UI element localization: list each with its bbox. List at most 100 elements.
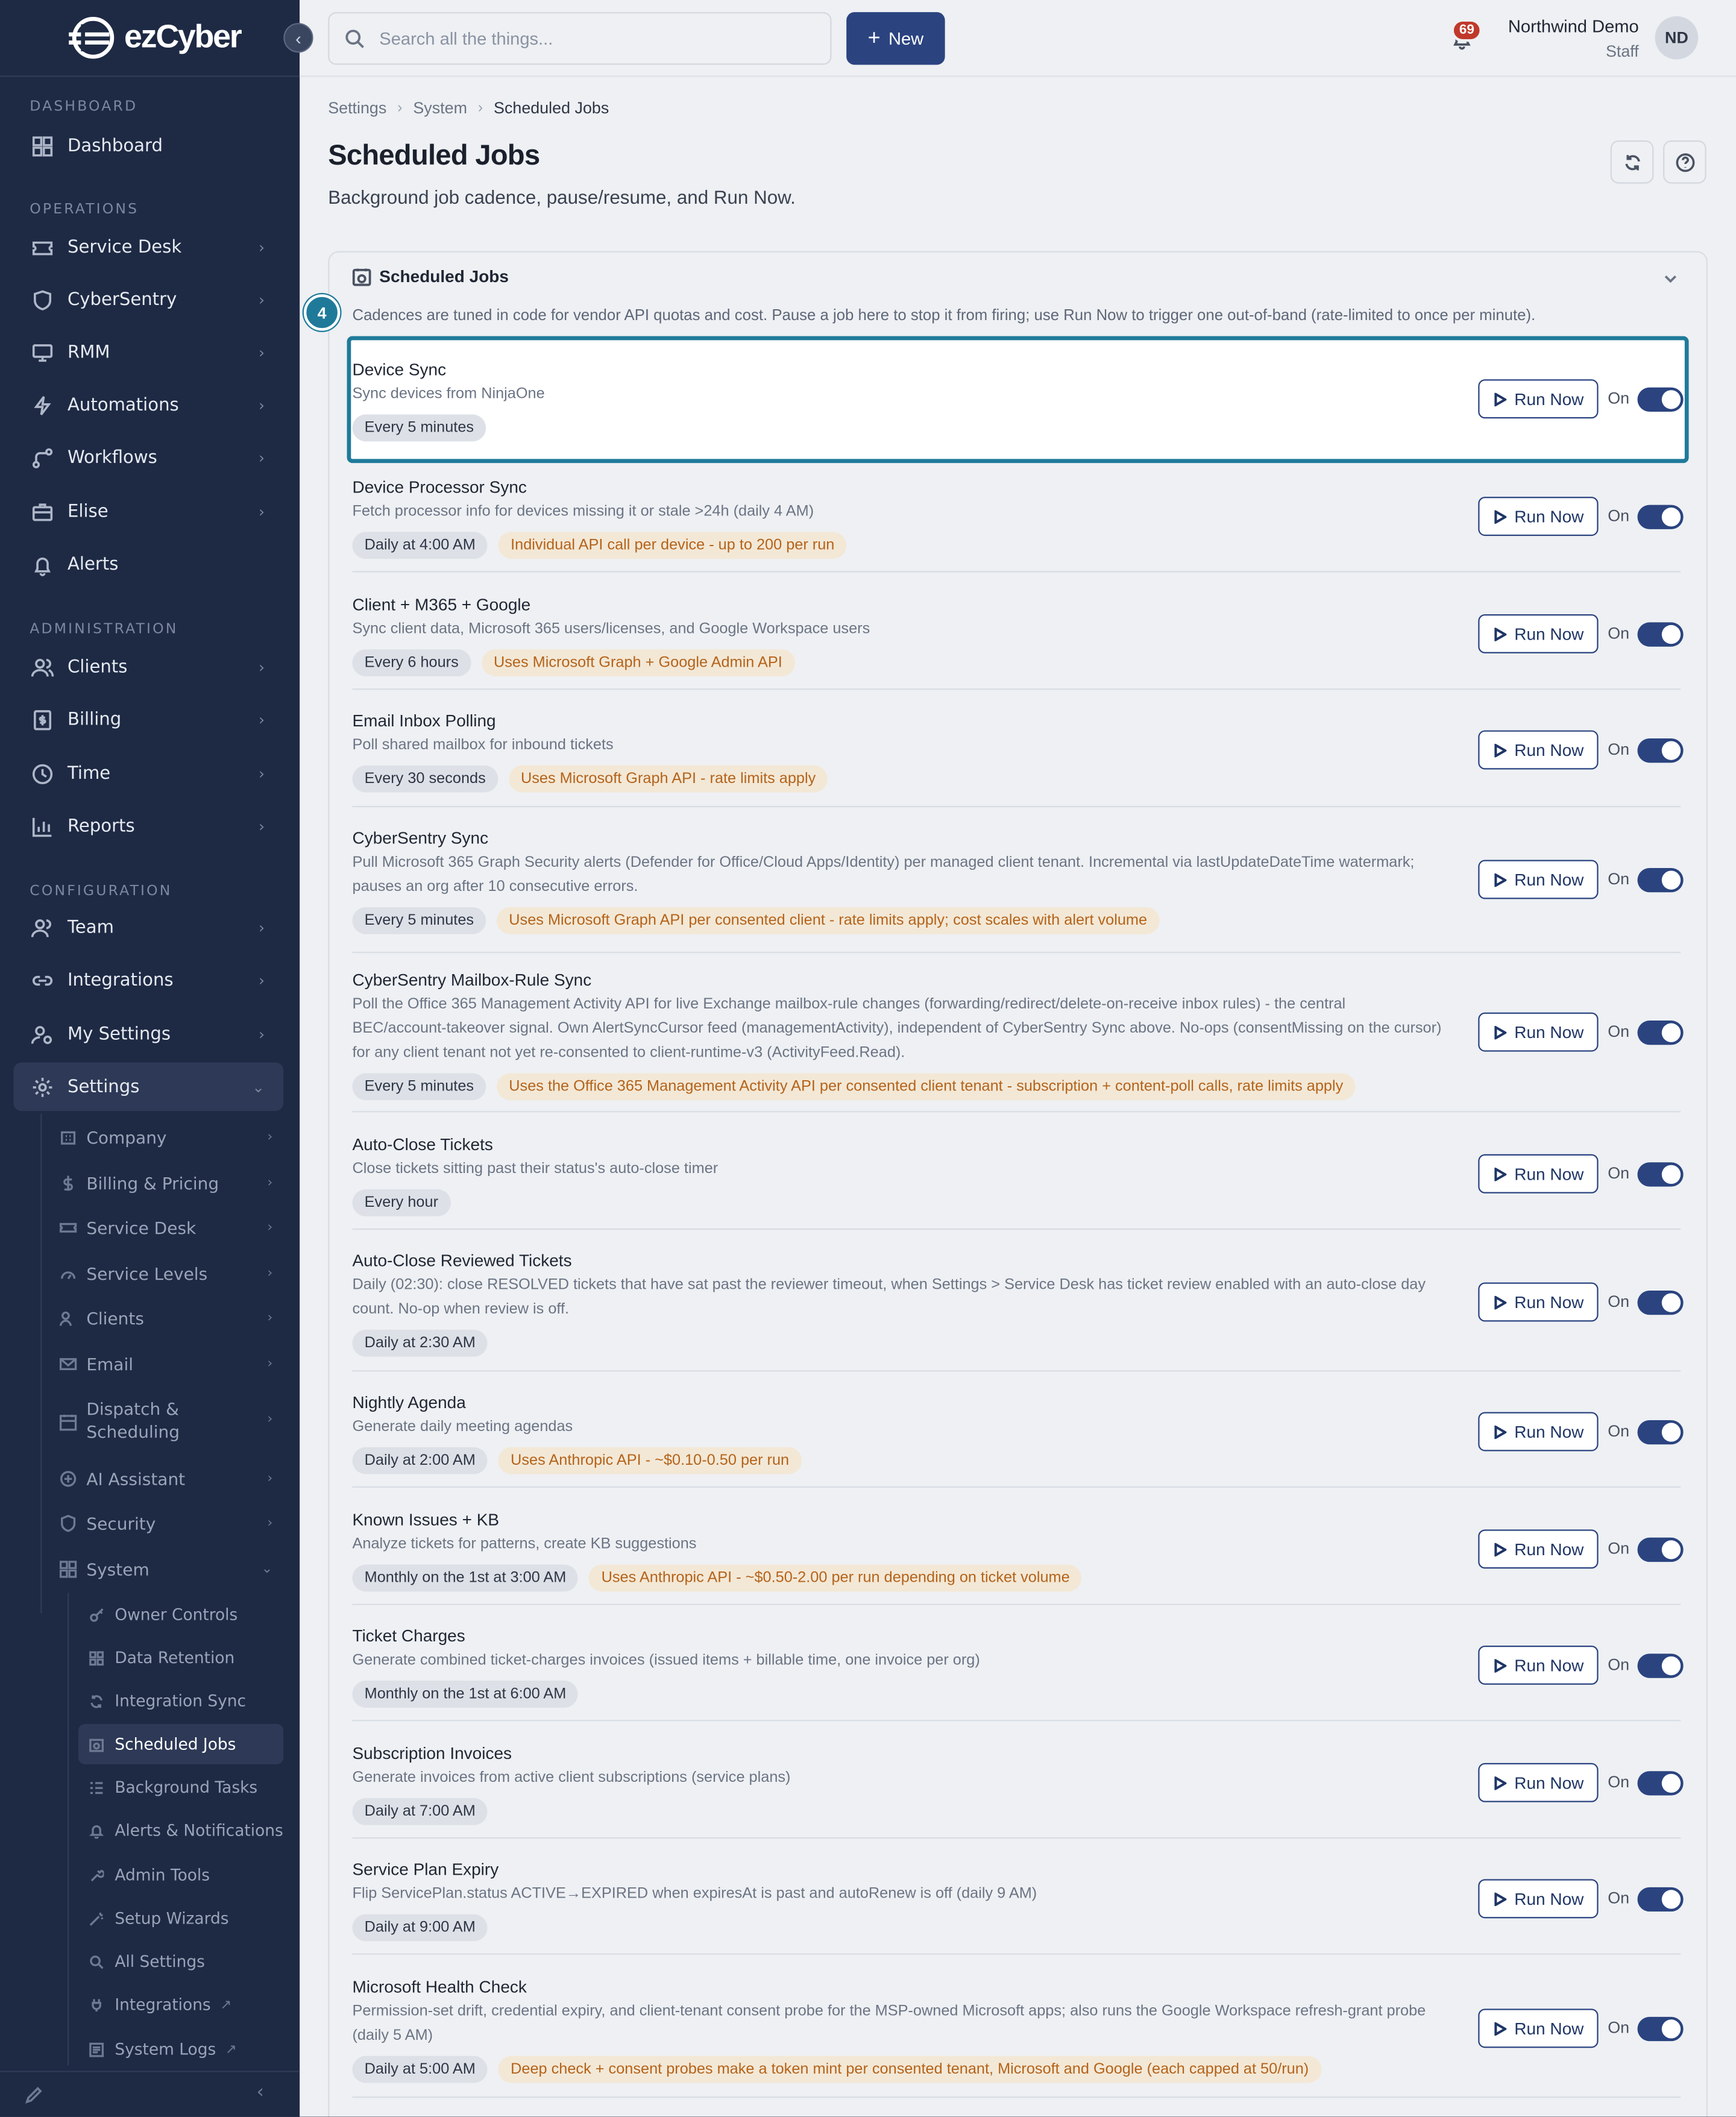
settings-email[interactable]: Email › xyxy=(43,1343,284,1383)
system-all-settings[interactable]: All Settings xyxy=(78,1941,283,1981)
user-name[interactable]: Northwind Demo xyxy=(1508,16,1639,37)
settings-dispatch-scheduling[interactable]: Dispatch & Scheduling › xyxy=(43,1397,284,1446)
nav-my-settings[interactable]: My Settings › xyxy=(13,1010,283,1058)
run-now-button[interactable]: Run Now xyxy=(1478,1012,1599,1052)
job-tags: Every 6 hours Uses Microsoft Graph + Goog… xyxy=(352,649,1681,676)
nav-clients[interactable]: Clients › xyxy=(13,643,283,691)
app-logo[interactable]: ezCyber xyxy=(64,13,242,62)
run-now-button[interactable]: Run Now xyxy=(1478,1879,1599,1919)
job-enabled-toggle[interactable] xyxy=(1637,505,1684,529)
nav-label: Settings xyxy=(67,1077,140,1097)
toggle-state-label: On xyxy=(1608,1421,1630,1441)
settings-billing-pricing[interactable]: Billing & Pricing › xyxy=(43,1162,284,1203)
system-background-tasks[interactable]: Background Tasks xyxy=(78,1767,283,1808)
run-now-button[interactable]: Run Now xyxy=(1478,1529,1599,1569)
card-header[interactable]: Scheduled Jobs xyxy=(352,267,509,286)
sidebar-collapse-button[interactable]: ‹ xyxy=(283,23,313,53)
nav-dashboard[interactable]: Dashboard xyxy=(13,122,283,171)
nav-reports[interactable]: Reports › xyxy=(13,802,283,851)
run-now-button[interactable]: Run Now xyxy=(1478,1282,1599,1322)
job-enabled-toggle[interactable] xyxy=(1637,1162,1684,1187)
system-setup-wizards[interactable]: Setup Wizards xyxy=(78,1898,283,1939)
run-now-button[interactable]: Run Now xyxy=(1478,497,1599,536)
new-button[interactable]: + New xyxy=(846,12,945,65)
refresh-button[interactable] xyxy=(1610,140,1654,184)
system-admin-tools[interactable]: Admin Tools xyxy=(78,1855,283,1895)
settings-security[interactable]: Security › xyxy=(43,1503,284,1543)
collapse-chevron-icon[interactable]: ‹ xyxy=(257,2081,265,2103)
nav-label: Automations xyxy=(67,395,179,415)
job-enabled-toggle[interactable] xyxy=(1637,1290,1684,1315)
wand-icon xyxy=(89,1910,107,1927)
nav-settings[interactable]: Settings ⌄ xyxy=(13,1062,284,1112)
nav-automations[interactable]: Automations › xyxy=(13,381,283,430)
collapse-card-button[interactable] xyxy=(1662,270,1681,289)
nav-integrations[interactable]: Integrations › xyxy=(13,956,283,1005)
job-enabled-toggle[interactable] xyxy=(1637,1653,1684,1678)
step-marker: 4 xyxy=(303,294,341,331)
run-now-button[interactable]: Run Now xyxy=(1478,1412,1599,1452)
run-now-button[interactable]: Run Now xyxy=(1478,1645,1599,1685)
system-integrations[interactable]: Integrations ↗ xyxy=(78,1984,283,2025)
system-integration-sync[interactable]: Integration Sync xyxy=(78,1681,283,1721)
job-enabled-toggle[interactable] xyxy=(1637,622,1684,647)
system-system-logs[interactable]: System Logs ↗ xyxy=(78,2029,283,2069)
settings-ai-assistant[interactable]: AI Assistant › xyxy=(43,1458,284,1499)
system-owner-controls[interactable]: Owner Controls xyxy=(78,1594,283,1635)
pencil-icon[interactable] xyxy=(24,2086,43,2104)
run-now-button[interactable]: Run Now xyxy=(1478,860,1599,899)
run-now-button[interactable]: Run Now xyxy=(1478,730,1599,770)
nav-billing[interactable]: Billing › xyxy=(13,695,283,744)
job-enabled-toggle[interactable] xyxy=(1637,387,1684,412)
job-enabled-toggle[interactable] xyxy=(1637,738,1684,763)
run-now-button[interactable]: Run Now xyxy=(1478,2008,1599,2048)
nav-team[interactable]: Team › xyxy=(13,903,283,952)
cadence-badge: Every 5 minutes xyxy=(352,414,486,442)
system-scheduled-jobs[interactable]: Scheduled Jobs xyxy=(78,1723,284,1765)
settings-clients[interactable]: Clients › xyxy=(43,1297,284,1338)
run-now-button[interactable]: Run Now xyxy=(1478,614,1599,653)
nav-cybersentry[interactable]: CyberSentry › xyxy=(13,275,283,324)
search-input[interactable]: Search all the things... xyxy=(328,12,832,65)
sub-label: AI Assistant xyxy=(86,1468,186,1489)
nav-service-desk[interactable]: Service Desk › xyxy=(13,223,283,272)
job-description: Daily (02:30): close RESOLVED tickets th… xyxy=(352,1277,1426,1318)
avatar[interactable]: ND xyxy=(1655,16,1699,60)
run-now-button[interactable]: Run Now xyxy=(1478,1154,1599,1194)
job-enabled-toggle[interactable] xyxy=(1637,1021,1684,1045)
row-divider xyxy=(352,1953,1681,1955)
toggle-state-label: On xyxy=(1608,1889,1630,1908)
nav-elise[interactable]: Elise › xyxy=(13,487,283,536)
run-now-button[interactable]: Run Now xyxy=(1478,1763,1599,1802)
system-data-retention[interactable]: Data Retention xyxy=(78,1638,283,1678)
job-enabled-toggle[interactable] xyxy=(1637,867,1684,893)
job-name: Microsoft Health Check xyxy=(352,1977,527,1997)
job-description: Flip ServicePlan.status ACTIVE→EXPIRED w… xyxy=(352,1886,1037,1902)
key-icon xyxy=(89,1606,107,1623)
run-now-label: Run Now xyxy=(1514,624,1584,644)
nav-alerts[interactable]: Alerts xyxy=(13,540,283,589)
settings-system[interactable]: System ⌄ xyxy=(43,1549,284,1589)
sub-label: All Settings xyxy=(115,1952,205,1971)
gauge-icon xyxy=(60,1263,78,1282)
breadcrumb-system[interactable]: System xyxy=(413,98,467,117)
job-enabled-toggle[interactable] xyxy=(1637,1887,1684,1912)
help-button[interactable] xyxy=(1663,140,1706,184)
settings-service-desk[interactable]: Service Desk › xyxy=(43,1207,284,1247)
nav-workflows[interactable]: Workflows › xyxy=(13,433,283,482)
chevron-right-icon: › xyxy=(267,1129,273,1144)
breadcrumb-settings[interactable]: Settings xyxy=(328,98,386,117)
nav-time[interactable]: Time › xyxy=(13,749,283,798)
settings-service-levels[interactable]: Service Levels › xyxy=(43,1253,284,1293)
job-enabled-toggle[interactable] xyxy=(1637,1537,1684,1562)
logo-text: ezCyber xyxy=(124,19,242,55)
job-enabled-toggle[interactable] xyxy=(1637,1420,1684,1445)
settings-company[interactable]: Company › xyxy=(43,1116,284,1157)
job-enabled-toggle[interactable] xyxy=(1637,1771,1684,1796)
system-alerts-notifications[interactable]: Alerts & Notifications xyxy=(78,1810,283,1851)
job-enabled-toggle[interactable] xyxy=(1637,2016,1684,2042)
chevron-right-icon: › xyxy=(259,817,265,835)
run-now-button[interactable]: Run Now xyxy=(1478,379,1599,419)
nav-rmm[interactable]: RMM › xyxy=(13,328,283,377)
toggle-state-label: On xyxy=(1608,2018,1630,2037)
